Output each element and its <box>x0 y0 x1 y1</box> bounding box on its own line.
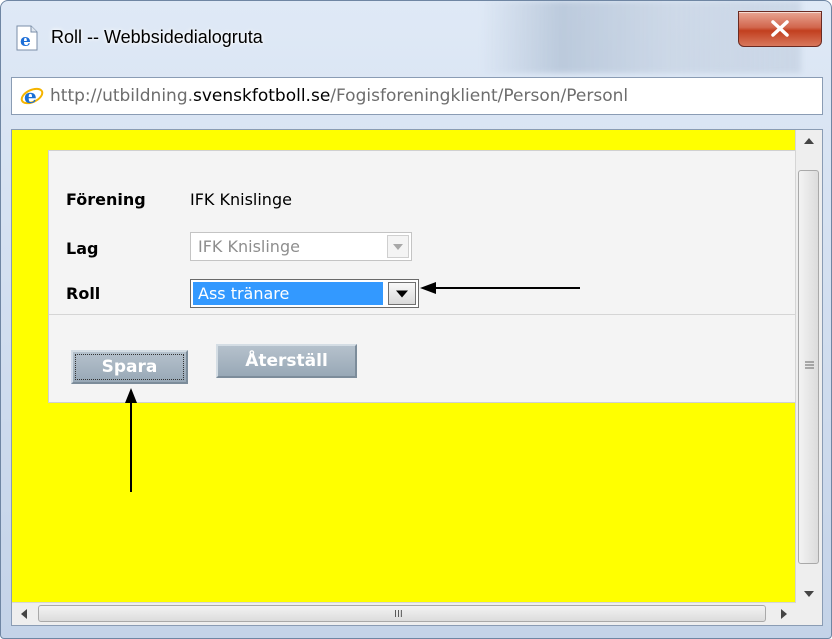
arrow-icon <box>420 282 580 294</box>
annotation-layer <box>125 282 580 492</box>
arrow-icon <box>125 388 137 492</box>
